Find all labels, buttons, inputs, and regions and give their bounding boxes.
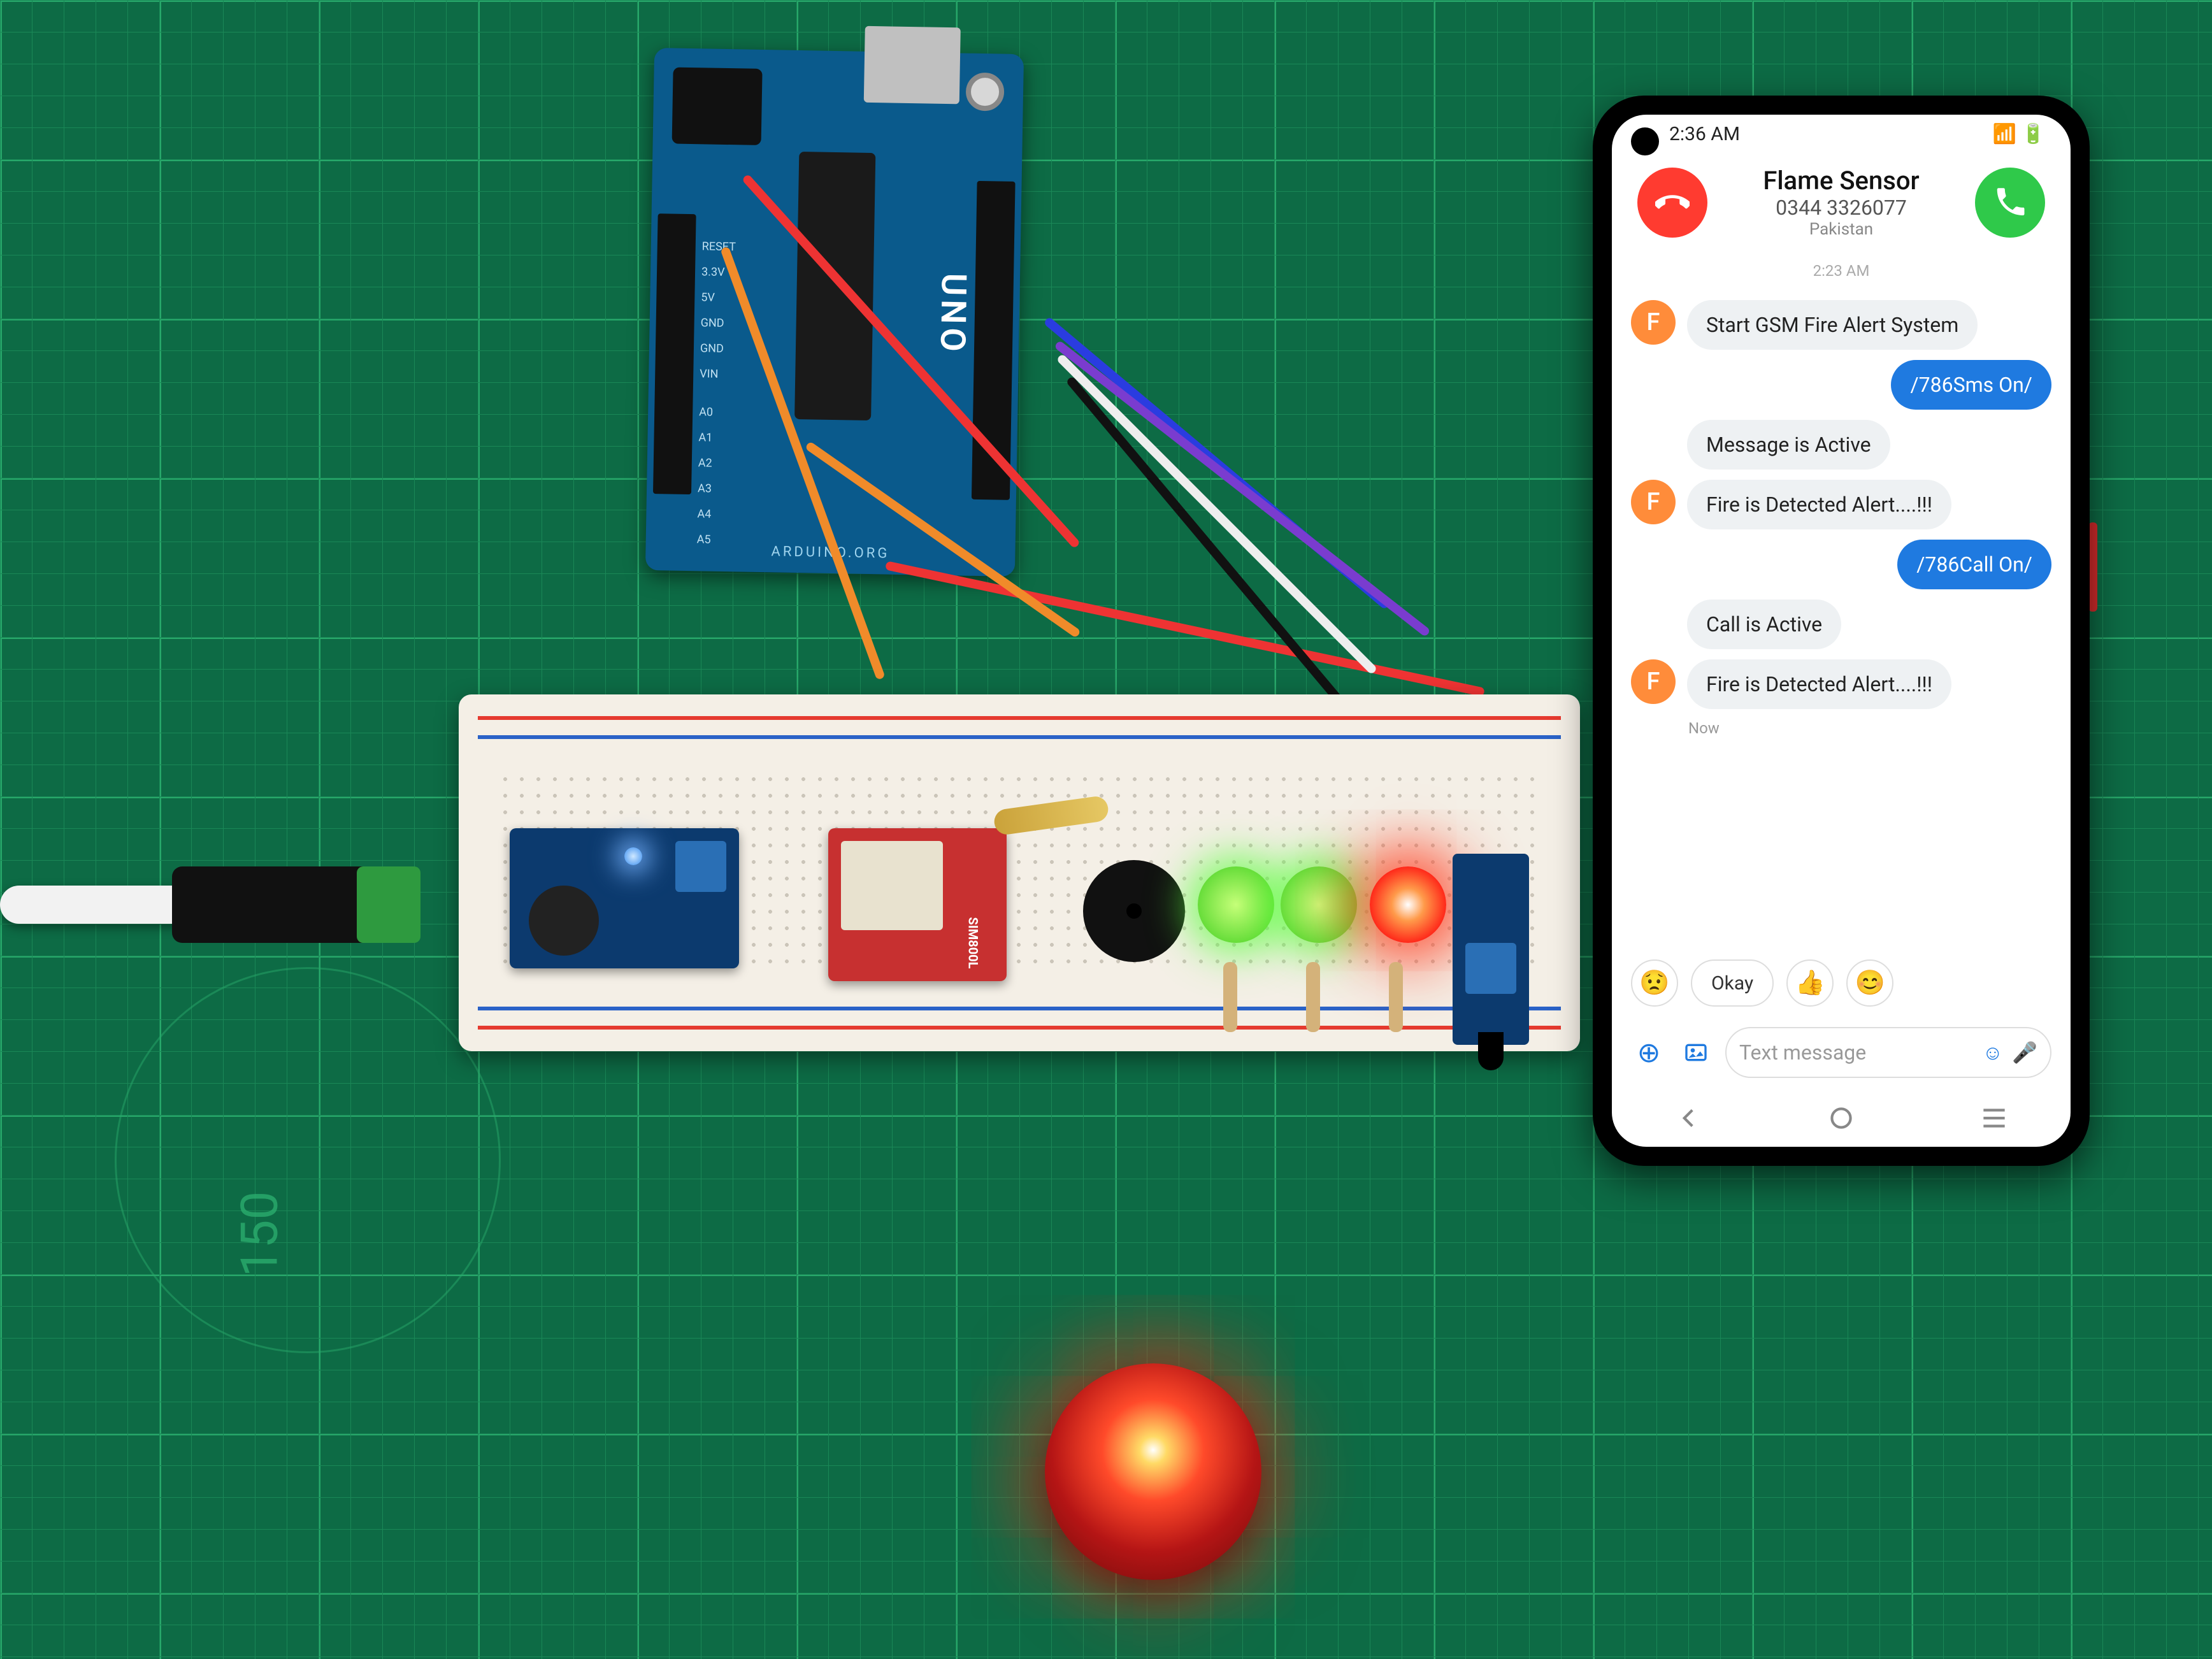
reject-call-button[interactable] [1637,168,1707,238]
hangup-icon [1655,185,1690,220]
gallery-icon [1683,1040,1709,1065]
pin-label: GND [700,316,724,330]
arduino-left-headers [653,213,696,494]
nav-recent-icon[interactable] [1978,1102,2010,1134]
flame-sensor-module [1453,854,1529,1045]
sms-bubble: Message is Active [1687,420,1890,470]
nav-back-icon[interactable] [1672,1102,1704,1134]
sms-bubble: Start GSM Fire Alert System [1687,300,1978,350]
sms-relative-time: Now [1688,719,2051,737]
arduino-reset-button [966,73,1005,111]
sms-incoming[interactable]: F Start GSM Fire Alert System [1631,300,2051,350]
mat-ruler-mark: 150 [229,1191,289,1277]
phone-camera-punch-hole [1631,127,1659,155]
sim800l-gsm-module: SIM800L [828,828,1007,981]
arduino-barrel-jack [672,68,763,145]
arduino-board-label: UNO [932,273,973,356]
pin-label: A3 [698,482,712,495]
resistor [1389,962,1403,1032]
android-nav-bar [1612,1089,2071,1147]
buck-power-led [624,847,642,865]
message-composer: ⊕ Text message ☺ 🎤 [1612,1016,2071,1089]
gallery-button[interactable] [1678,1035,1714,1070]
contact-avatar: F [1631,659,1676,704]
pin-label: A4 [697,507,711,521]
add-attachment-button[interactable]: ⊕ [1631,1035,1667,1070]
sms-bubble: Call is Active [1687,600,1841,649]
pin-label: A5 [697,533,711,546]
caller-location: Pakistan [1763,220,1919,239]
accept-call-button[interactable] [1975,168,2045,238]
sms-bubble: Fire is Detected Alert....!!! [1687,480,1951,529]
lit-candle-flame-source [1045,1363,1261,1580]
arduino-usb-port [864,26,961,104]
quick-reply-thumbsup[interactable]: 👍 [1786,959,1834,1007]
resistor [1306,962,1320,1032]
pin-label: 5V [701,291,715,304]
buck-converter-module [510,828,739,968]
status-bar: 2:36 AM 📶 🔋 [1612,115,2071,153]
dc-barrel-adapter [172,866,376,943]
phone-power-button [2088,522,2097,612]
pin-label: GND [700,341,724,356]
contact-avatar: F [1631,300,1676,345]
buck-inductor [529,886,599,956]
dc-screw-terminal [357,866,420,943]
quick-reply-emoji[interactable]: 😟 [1631,959,1678,1007]
status-led-green-2 [1281,866,1357,943]
sms-incoming[interactable]: Call is Active [1631,600,2051,649]
flame-ir-receiver [1478,1032,1504,1070]
message-input[interactable]: Text message ☺ 🎤 [1725,1027,2051,1078]
sms-outgoing[interactable]: /786Call On/ [1631,540,2051,589]
phone-screen[interactable]: 2:36 AM 📶 🔋 Flame Sensor 0344 3326077 Pa… [1612,115,2071,1147]
contact-avatar: F [1631,480,1676,524]
caller-number: 0344 3326077 [1763,196,1919,220]
pin-label: VIN [700,367,719,381]
nav-home-icon[interactable] [1825,1102,1857,1134]
piezo-buzzer [1083,860,1185,962]
sms-incoming[interactable]: F Fire is Detected Alert....!!! [1631,659,2051,709]
sim800l-chip [841,841,943,930]
status-icons: 📶 🔋 [1993,123,2045,145]
buck-trimpot [675,841,726,892]
arduino-atmega-chip [794,152,875,420]
quick-reply-okay[interactable]: Okay [1691,959,1774,1007]
status-time: 2:36 AM [1669,123,1740,145]
status-led-green-1 [1198,866,1274,943]
resistor [1223,962,1237,1032]
pin-label: RESET [702,240,736,254]
caller-name: Flame Sensor [1763,166,1919,196]
thread-timestamp: 2:23 AM [1612,258,2071,284]
sms-bubble: Fire is Detected Alert....!!! [1687,659,1951,709]
sms-incoming[interactable]: F Fire is Detected Alert....!!! [1631,480,2051,529]
alert-led-red [1370,866,1446,943]
message-placeholder: Text message [1739,1040,1973,1065]
caller-info: Flame Sensor 0344 3326077 Pakistan [1763,166,1919,239]
pin-label: A1 [698,431,712,444]
incoming-call-banner: Flame Sensor 0344 3326077 Pakistan [1612,153,2071,258]
sim800l-label: SIM800L [966,917,981,969]
phone-icon [1993,185,2027,220]
flame-sensor-trimpot [1465,943,1516,994]
smartphone: 2:36 AM 📶 🔋 Flame Sensor 0344 3326077 Pa… [1593,96,2090,1166]
pin-label: 3.3V [701,265,725,279]
pin-label: A0 [699,405,713,419]
sms-bubble: /786Sms On/ [1891,360,2051,410]
quick-reply-row: 😟 Okay 👍 😊 [1612,951,2071,1016]
voice-input-icon[interactable]: 🎤 [2012,1040,2037,1065]
sms-bubble: /786Call On/ [1897,540,2051,589]
pin-label: A2 [698,456,712,470]
emoji-picker-icon[interactable]: ☺ [1982,1040,2003,1065]
quick-reply-smile[interactable]: 😊 [1846,959,1893,1007]
arduino-uno-board: UNO ARDUINO.ORG RESET 3.3V 5V GND GND VI… [645,48,1024,577]
sms-thread[interactable]: F Start GSM Fire Alert System /786Sms On… [1612,284,2071,951]
sms-incoming[interactable]: Message is Active [1631,420,2051,470]
sms-outgoing[interactable]: /786Sms On/ [1631,360,2051,410]
